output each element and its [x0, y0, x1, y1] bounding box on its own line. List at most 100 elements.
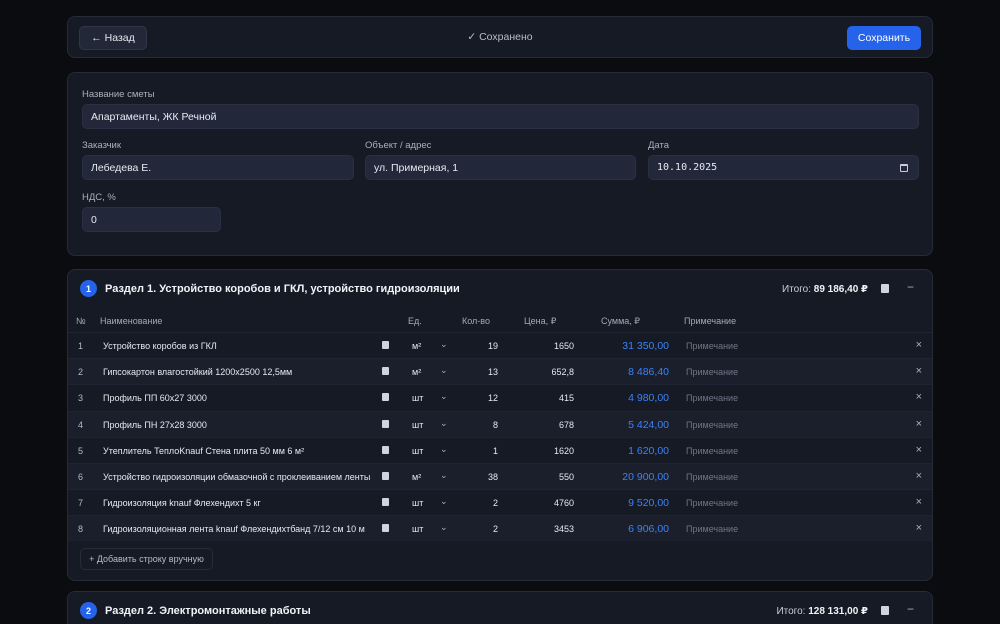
chevron-down-icon[interactable]: ⌄	[440, 444, 448, 455]
section-number-badge: 2	[80, 602, 97, 619]
row-qty-input[interactable]: 2	[458, 498, 498, 508]
table-header: № Наименование Ед. Кол-во Цена, ₽ Сумма,…	[68, 310, 932, 332]
chevron-down-icon[interactable]: ⌄	[440, 418, 448, 429]
row-note-input[interactable]: Примечание	[686, 341, 738, 351]
row-sum: 20 900,00	[622, 471, 669, 483]
object-input[interactable]: ул. Примерная, 1	[365, 155, 636, 180]
estimate-form: Название сметы Апартаменты, ЖК Речной За…	[67, 72, 933, 256]
row-qty-input[interactable]: 19	[458, 341, 498, 351]
delete-row-icon[interactable]: ×	[916, 391, 922, 403]
row-unit-select[interactable]: м²	[412, 472, 421, 482]
chevron-down-icon[interactable]: ⌄	[440, 496, 448, 507]
section-title[interactable]: Раздел 2. Электромонтажные работы	[105, 605, 311, 617]
row-number: 3	[78, 393, 84, 404]
chevron-down-icon[interactable]: ⌄	[440, 391, 448, 402]
estimate-name-input[interactable]: Апартаменты, ЖК Речной	[82, 104, 919, 129]
section-total-value: 89 186,40 ₽	[813, 284, 868, 295]
collapse-icon[interactable]: −	[907, 602, 914, 616]
clipboard-icon[interactable]	[382, 524, 389, 533]
row-sum: 5 424,00	[628, 418, 669, 431]
row-note-input[interactable]: Примечание	[686, 420, 738, 430]
date-label: Дата	[648, 140, 670, 151]
vat-input[interactable]: 0	[82, 207, 221, 232]
row-unit-select[interactable]: м²	[412, 341, 421, 351]
clipboard-icon[interactable]	[382, 498, 389, 507]
row-unit-select[interactable]: шт	[412, 524, 423, 534]
delete-row-icon[interactable]: ×	[916, 470, 922, 482]
clipboard-icon[interactable]	[881, 606, 889, 615]
chevron-down-icon[interactable]: ⌄	[440, 339, 448, 350]
clipboard-icon[interactable]	[382, 393, 389, 402]
add-row-button[interactable]: + Добавить строку вручную	[80, 548, 213, 570]
section-total-label: Итого:	[782, 284, 811, 295]
row-name-input[interactable]: Утеплитель ТеплоKnauf Стена плита 50 мм …	[98, 441, 388, 461]
row-unit-select[interactable]: м²	[412, 367, 421, 377]
row-name-input[interactable]: Гидроизоляция knauf Флехендихт 5 кг	[98, 493, 388, 513]
row-unit-select[interactable]: шт	[412, 446, 423, 456]
row-unit-select[interactable]: шт	[412, 393, 423, 403]
delete-row-icon[interactable]: ×	[916, 496, 922, 508]
row-name-input[interactable]: Гидроизоляционная лента knauf Флехендихт…	[98, 519, 388, 539]
section-2: 2 Раздел 2. Электромонтажные работы Итог…	[67, 591, 933, 624]
row-qty-input[interactable]: 8	[458, 420, 498, 430]
row-note-input[interactable]: Примечание	[686, 393, 738, 403]
chevron-down-icon[interactable]: ⌄	[440, 522, 448, 533]
row-name-input[interactable]: Устройство коробов из ГКЛ	[98, 336, 388, 356]
section-title[interactable]: Раздел 1. Устройство коробов и ГКЛ, устр…	[105, 283, 460, 295]
clipboard-icon[interactable]	[382, 419, 389, 428]
row-name-input[interactable]: Профиль ПП 60х27 3000	[98, 388, 388, 408]
clipboard-icon[interactable]	[382, 472, 389, 480]
row-number: 6	[78, 472, 84, 482]
row-note-input[interactable]: Примечание	[686, 472, 738, 482]
table-row: 8 Гидроизоляционная лента knauf Флехендих…	[68, 515, 932, 542]
clipboard-icon[interactable]	[382, 341, 389, 349]
row-name-input[interactable]: Профиль ПН 27х28 3000	[98, 415, 388, 435]
row-price-input[interactable]: 4760	[518, 498, 574, 508]
customer-input[interactable]: Лебедева Е.	[82, 155, 354, 180]
row-price-input[interactable]: 550	[518, 472, 574, 482]
row-price-input[interactable]: 1620	[518, 446, 574, 456]
header-num: №	[76, 316, 86, 326]
chevron-down-icon[interactable]: ⌄	[440, 365, 448, 376]
chevron-down-icon[interactable]: ⌄	[440, 470, 448, 481]
row-price-input[interactable]: 415	[518, 393, 574, 403]
header-unit: Ед.	[408, 316, 422, 326]
delete-row-icon[interactable]: ×	[916, 339, 922, 351]
row-qty-input[interactable]: 38	[458, 472, 498, 482]
row-price-input[interactable]: 1650	[518, 341, 574, 351]
row-note-input[interactable]: Примечание	[686, 524, 738, 534]
delete-row-icon[interactable]: ×	[916, 365, 922, 377]
clipboard-icon[interactable]	[881, 284, 889, 293]
row-number: 7	[78, 498, 84, 509]
section-1: 1 Раздел 1. Устройство коробов и ГКЛ, ус…	[67, 269, 933, 581]
row-price-input[interactable]: 652,8	[518, 367, 574, 377]
row-qty-input[interactable]: 13	[458, 367, 498, 377]
row-qty-input[interactable]: 12	[458, 393, 498, 403]
row-qty-input[interactable]: 2	[458, 524, 498, 534]
clipboard-icon[interactable]	[382, 445, 389, 454]
row-qty-input[interactable]: 1	[458, 446, 498, 456]
row-note-input[interactable]: Примечание	[686, 498, 738, 508]
row-unit-select[interactable]: шт	[412, 420, 423, 430]
row-sum: 31 350,00	[622, 340, 669, 352]
section-total: Итого: 128 131,00 ₽	[776, 606, 868, 617]
row-note-input[interactable]: Примечание	[686, 446, 738, 456]
clipboard-icon[interactable]	[382, 367, 389, 376]
save-button[interactable]: Сохранить	[847, 26, 921, 50]
row-number: 4	[78, 419, 84, 430]
top-toolbar: ← Назад ✓ Сохранено Сохранить	[67, 16, 933, 58]
delete-row-icon[interactable]: ×	[916, 444, 922, 456]
row-note-input[interactable]: Примечание	[686, 367, 738, 377]
delete-row-icon[interactable]: ×	[916, 418, 922, 430]
row-number: 8	[78, 524, 84, 535]
row-number: 5	[78, 445, 84, 456]
calendar-icon[interactable]	[900, 164, 908, 172]
collapse-icon[interactable]: −	[907, 280, 914, 294]
row-name-input[interactable]: Устройство гидроизоляции обмазочной с пр…	[98, 467, 388, 487]
row-price-input[interactable]: 3453	[518, 524, 574, 534]
delete-row-icon[interactable]: ×	[916, 522, 922, 534]
row-price-input[interactable]: 678	[518, 420, 574, 430]
row-unit-select[interactable]: шт	[412, 498, 423, 508]
row-name-input[interactable]: Гипсокартон влагостойкий 1200х2500 12,5м…	[98, 362, 388, 382]
date-input[interactable]: 10.10.2025	[648, 155, 919, 180]
